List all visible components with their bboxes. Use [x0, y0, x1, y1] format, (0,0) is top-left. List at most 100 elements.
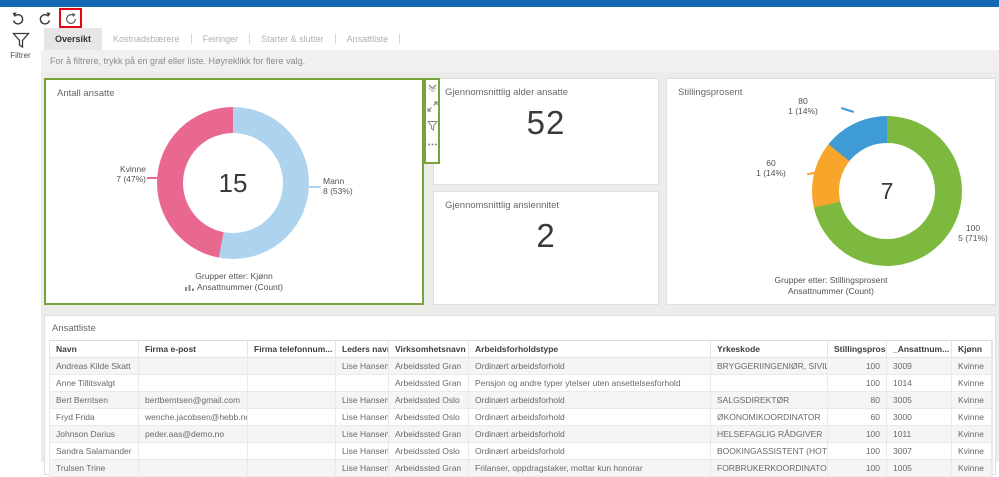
table-cell: Lise Hansen: [336, 460, 389, 477]
table-cell: Arbeidssted Oslo: [389, 392, 469, 409]
card-gjennomsnittlig-ansiennitet[interactable]: Gjennomsnittlig ansiennitet 2: [433, 191, 659, 305]
undo-icon[interactable]: [10, 10, 26, 26]
slice-label-mann[interactable]: Mann 8 (53%): [323, 176, 383, 196]
table-cell: 3007: [887, 443, 952, 460]
visual-options-toolbar: [424, 78, 440, 164]
table-cell: Ordinært arbeidsforhold: [469, 409, 711, 426]
donut-center-value: 7: [881, 178, 894, 205]
slice-label-100[interactable]: 100 5 (71%): [951, 223, 995, 243]
tabs: OversiktKostnadsbærereFeiringerStarter &…: [41, 28, 999, 50]
toolbar: [0, 7, 999, 29]
table-row[interactable]: Anne TillitsvalgtArbeidssted GranPensjon…: [50, 375, 993, 392]
column-header[interactable]: Navn: [50, 341, 139, 358]
card-stillingsprosent[interactable]: Stillingsprosent 7 80 1 (14%) 60 1 (14%)…: [666, 78, 996, 305]
info-bar: For å filtrere, trykk på en graf eller l…: [41, 50, 999, 72]
tab-starter-slutter[interactable]: Starter & slutter: [250, 28, 335, 50]
column-header[interactable]: [992, 341, 993, 358]
column-header[interactable]: Yrkeskode: [711, 341, 828, 358]
donut-antall-ansatte[interactable]: 15: [157, 107, 309, 259]
table-row[interactable]: Sandra SalamanderLise HansenArbeidssted …: [50, 443, 993, 460]
chevron-down-icon[interactable]: [427, 82, 438, 93]
column-header[interactable]: Kjønn: [952, 341, 992, 358]
table-cell: Kvinne: [952, 426, 992, 443]
redo-icon[interactable]: [37, 10, 53, 26]
column-header[interactable]: Stillingspros...: [828, 341, 887, 358]
table-cell: [139, 358, 248, 375]
chart-footer: Grupper etter: Kjønn Ansattnummer (Count…: [46, 271, 422, 295]
bar-chart-icon: [185, 283, 194, 291]
table-cell: Lise Hansen: [336, 409, 389, 426]
table-cell: ØKONOMIKOORDINATOR: [711, 409, 828, 426]
table-cell: Fryd Frida: [50, 409, 139, 426]
table-cell: [248, 409, 336, 426]
reset-icon[interactable]: [64, 12, 78, 26]
more-icon[interactable]: [427, 139, 438, 150]
table-cell: 100: [828, 460, 887, 477]
slice-label-kvinne[interactable]: Kvinne 7 (47%): [54, 164, 146, 184]
table-cell: 60: [828, 409, 887, 426]
group-by-label: Grupper etter: Stillingsprosent: [667, 275, 995, 286]
donut-stillingsprosent[interactable]: 7: [812, 116, 962, 266]
table-cell: [139, 460, 248, 477]
table-row[interactable]: Bert Berntsenbertberntsen@gmail.comLise …: [50, 392, 993, 409]
filter-pane: Filtrer: [0, 29, 41, 462]
table-cell: Anne Tillitsvalgt: [50, 375, 139, 392]
column-header[interactable]: Leders navn: [336, 341, 389, 358]
slice-label-60[interactable]: 60 1 (14%): [735, 158, 807, 178]
tab-separator: [399, 34, 400, 44]
table-cell: [248, 460, 336, 477]
table-row[interactable]: Trulsen TrineLise HansenArbeidssted Gran…: [50, 460, 993, 477]
table-cell: Frilanser, oppdragstaker, mottar kun hon…: [469, 460, 711, 477]
tab-ansattliste[interactable]: Ansattliste: [336, 28, 400, 50]
table-cell: Ordinært arbeidsforhold: [469, 392, 711, 409]
table-cell: HELSEFAGLIG RÅDGIVER: [711, 426, 828, 443]
table-cell: [711, 375, 828, 392]
chart-footer: Grupper etter: Stillingsprosent Ansattnu…: [667, 275, 995, 297]
table-cell: [248, 443, 336, 460]
dashboard-canvas: Antall ansatte 15 Kvinne 7 (47%) Mann 8 …: [41, 72, 999, 462]
table-cell: Kvinne: [952, 358, 992, 375]
table-cell: Kvinne: [952, 460, 992, 477]
column-header[interactable]: _Ansattnum...: [887, 341, 952, 358]
leader-line: [841, 107, 854, 113]
donut-center-value: 15: [219, 168, 248, 199]
expand-icon[interactable]: [427, 101, 438, 112]
column-header[interactable]: Arbeidsforholdstype: [469, 341, 711, 358]
tab-kostnadsb-rere[interactable]: Kostnadsbærere: [102, 28, 191, 50]
table-cell: BOOKINGASSISTENT (HOTELL): [711, 443, 828, 460]
table-cell: [992, 358, 993, 375]
table-cell: 3000: [887, 409, 952, 426]
filter-funnel-icon[interactable]: [12, 32, 30, 49]
table-cell: wenche.jacobsen@hebb.no: [139, 409, 248, 426]
table-cell: Kvinne: [952, 443, 992, 460]
table-cell: [336, 375, 389, 392]
table-cell: Arbeidssted Oslo: [389, 443, 469, 460]
table-cell: Kvinne: [952, 375, 992, 392]
filter-icon[interactable]: [427, 120, 438, 131]
table-cell: [248, 426, 336, 443]
column-header[interactable]: Firma telefonnum...: [248, 341, 336, 358]
card-gjennomsnittlig-alder[interactable]: Gjennomsnittlig alder ansatte 52: [433, 78, 659, 185]
table-cell: 1014: [887, 375, 952, 392]
slice-label-80[interactable]: 80 1 (14%): [767, 96, 839, 116]
measure-label: Ansattnummer (Count): [197, 282, 283, 293]
table-cell: Lise Hansen: [336, 443, 389, 460]
table-cell: [992, 409, 993, 426]
table-row[interactable]: Johnson Dariuspeder.aas@demo.noLise Hans…: [50, 426, 993, 443]
card-antall-ansatte[interactable]: Antall ansatte 15 Kvinne 7 (47%) Mann 8 …: [44, 78, 424, 305]
table-cell: Lise Hansen: [336, 392, 389, 409]
table-cell: 100: [828, 443, 887, 460]
table-cell: [248, 392, 336, 409]
column-header[interactable]: Virksomhetsnavn: [389, 341, 469, 358]
column-header[interactable]: Firma e-post: [139, 341, 248, 358]
table-cell: [992, 426, 993, 443]
leader-line: [147, 177, 160, 179]
card-title: Antall ansatte: [46, 80, 422, 99]
tab-feiringer[interactable]: Feiringer: [192, 28, 250, 50]
app-top-strip: [0, 0, 999, 7]
table-cell: Kvinne: [952, 392, 992, 409]
tab-oversikt[interactable]: Oversikt: [44, 28, 102, 50]
table-row[interactable]: Andreas Kilde SkattLise HansenArbeidsste…: [50, 358, 993, 375]
table-row[interactable]: Fryd Fridawenche.jacobsen@hebb.no Lise Ha…: [50, 409, 993, 426]
table-cell: SALGSDIREKTØR: [711, 392, 828, 409]
